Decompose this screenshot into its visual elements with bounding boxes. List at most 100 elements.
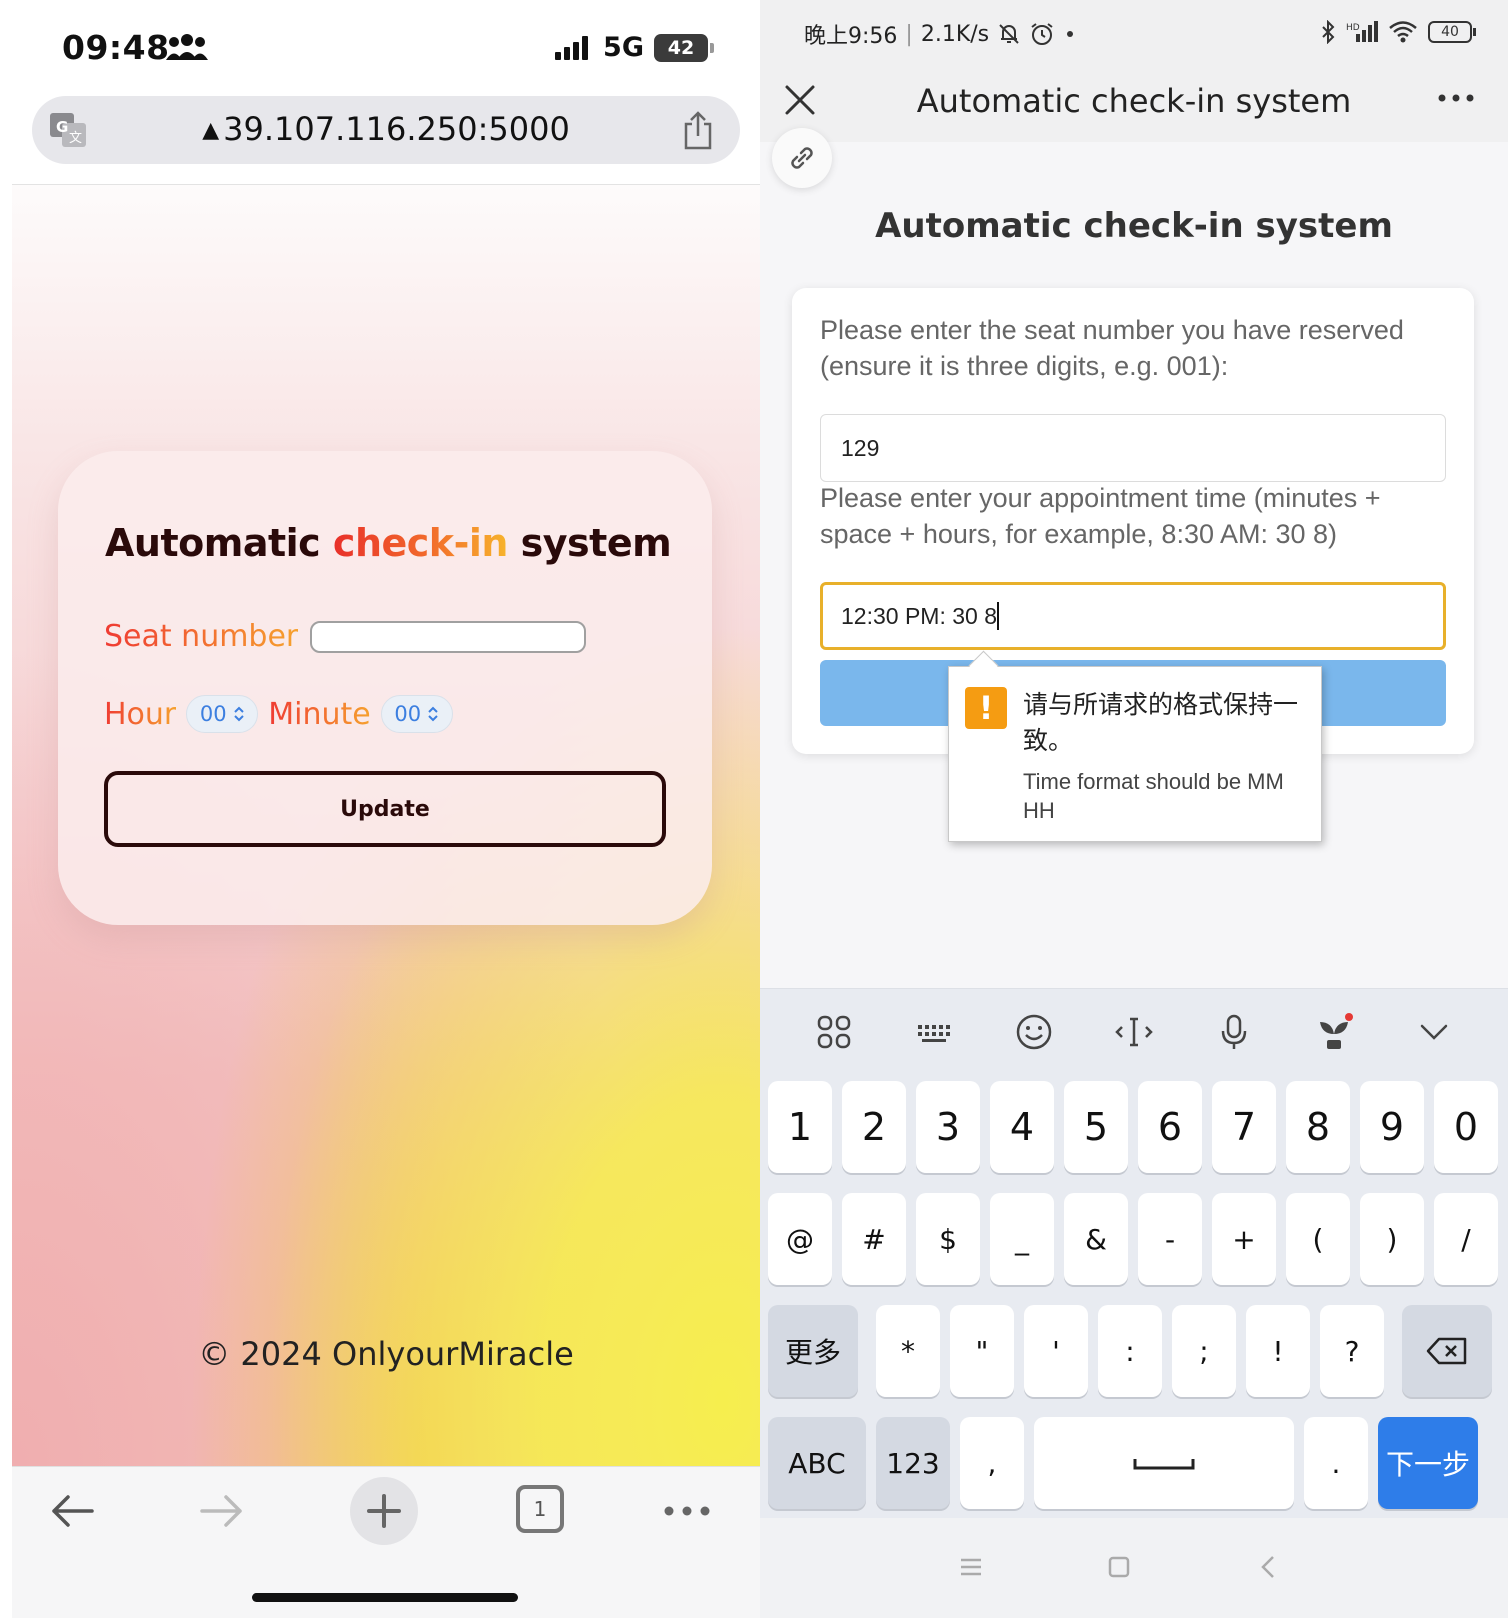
comma-key[interactable]: , [960,1417,1024,1509]
hour-select[interactable]: 00 [186,695,259,733]
ios-status-bar: 09:48 5G 42 [12,0,760,92]
cell-signal-icon: HD [1346,21,1378,42]
network-speed: 2.1K/s [920,21,990,47]
bell-muted-icon [999,24,1019,44]
minute-select[interactable]: 00 [380,695,453,733]
period-key[interactable]: . [1304,1417,1368,1509]
key[interactable]: _ [990,1193,1054,1285]
text-caret [997,602,999,630]
key[interactable]: 6 [1138,1081,1202,1173]
key[interactable]: ! [1246,1305,1310,1397]
collapse-keyboard-icon[interactable] [1414,1012,1454,1052]
key[interactable]: ' [1024,1305,1088,1397]
time-label: Please enter your appointment time (minu… [820,483,1381,549]
numeric-key[interactable]: 123 [876,1417,950,1509]
menu-nav-icon[interactable] [956,1552,986,1582]
key[interactable]: 7 [1212,1081,1276,1173]
not-secure-warning-icon: ▲ [202,118,220,143]
battery-icon: 40 [1428,21,1476,43]
more-dots-icon[interactable] [1436,92,1476,104]
keyboard-toolbar [760,989,1508,1075]
back-nav-icon[interactable] [1254,1552,1284,1582]
dot-icon [1067,31,1074,37]
appointment-time-input[interactable]: 12:30 PM: 30 8 [820,582,1446,650]
card-title: Automatic check-in system [105,521,672,565]
checkin-card: Automatic check-in system Seat number Ho… [58,451,712,925]
key[interactable]: @ [768,1193,832,1285]
back-arrow-icon[interactable] [48,1489,96,1533]
microphone-icon[interactable] [1214,1012,1254,1052]
next-step-key[interactable]: 下一步 [1378,1417,1478,1509]
space-key[interactable] [1034,1417,1294,1509]
status-divider: | [905,21,913,47]
home-nav-icon[interactable] [1104,1552,1134,1582]
seat-label: Seat number [104,619,299,654]
key[interactable]: ( [1286,1193,1350,1285]
key[interactable]: 3 [916,1081,980,1173]
warning-icon: ! [965,687,1007,729]
share-icon[interactable] [680,110,716,150]
key[interactable]: 9 [1360,1081,1424,1173]
address-bar[interactable]: G 文 ▲ 39.107.116.250:5000 [32,96,740,164]
shareplay-people-icon [166,34,208,60]
key[interactable]: " [950,1305,1014,1397]
more-symbols-key[interactable]: 更多 [768,1305,858,1397]
copy-link-button[interactable] [772,128,832,188]
key[interactable]: ; [1172,1305,1236,1397]
key[interactable]: : [1098,1305,1162,1397]
browser-toolbar: 1 [12,1466,760,1618]
backspace-key[interactable] [1402,1305,1492,1397]
url-field[interactable]: ▲ 39.107.116.250:5000 [32,110,740,148]
new-tab-button[interactable] [350,1477,418,1545]
key[interactable]: + [1212,1193,1276,1285]
key[interactable]: - [1138,1193,1202,1285]
plus-icon [367,1494,401,1528]
status-right: HD 40 [1320,20,1476,44]
tooltip-detail: Time format should be MM HH [1023,769,1284,823]
apps-grid-icon[interactable] [814,1012,854,1052]
key[interactable]: 8 [1286,1081,1350,1173]
tabs-button[interactable]: 1 [516,1485,564,1533]
seat-number-input[interactable] [310,620,587,653]
key[interactable]: 1 [768,1081,832,1173]
validation-tooltip: ! 请与所请求的格式保持一致。 Time format should be MM… [948,666,1322,842]
keyboard-row-numbers: 1 2 3 4 5 6 7 8 9 0 [768,1081,1498,1173]
key[interactable]: 0 [1434,1081,1498,1173]
android-status-bar: 晚上9:56 | 2.1K/s HD 40 [760,0,1508,66]
key[interactable]: ? [1320,1305,1384,1397]
abc-key[interactable]: ABC [768,1417,866,1509]
forward-arrow-icon[interactable] [198,1489,246,1533]
alarm-icon [1031,23,1053,45]
key[interactable]: 5 [1064,1081,1128,1173]
header-title: Automatic check-in system [916,82,1352,120]
more-dots-icon[interactable] [662,1491,712,1531]
android-nav-bar [760,1518,1508,1618]
link-icon [791,147,813,169]
seat-number-input[interactable]: 129 [820,414,1446,482]
key[interactable]: / [1434,1193,1498,1285]
status-right-cluster: 5G 42 [553,32,714,63]
time-row: Hour 00 Minute 00 [104,695,453,733]
page-content: Automatic check-in system Seat number Ho… [12,184,760,1466]
title-highlight: check-in [332,521,509,565]
key[interactable]: * [876,1305,940,1397]
space-bar-icon [1133,1459,1195,1470]
network-type: 5G [603,32,644,63]
key[interactable]: $ [916,1193,980,1285]
footer-copyright: © 2024 OnlyourMiracle [198,1335,574,1373]
update-button[interactable]: Update [104,771,666,847]
cursor-move-icon[interactable] [1114,1012,1154,1052]
ios-safari-screen: 09:48 5G 42 G 文 ▲ 39.107.116.250:5000 Au… [12,0,760,1618]
emoji-icon[interactable] [1014,1012,1054,1052]
keyboard-layout-icon[interactable] [914,1012,954,1052]
key[interactable]: & [1064,1193,1128,1285]
key[interactable]: 2 [842,1081,906,1173]
key[interactable]: ) [1360,1193,1424,1285]
key[interactable]: # [842,1193,906,1285]
updown-chevron-icon [428,706,438,722]
seat-row: Seat number [104,619,587,654]
key[interactable]: 4 [990,1081,1054,1173]
url-text: 39.107.116.250:5000 [223,110,570,148]
keyboard-row-symbols: @ # $ _ & - + ( ) / [768,1193,1498,1285]
plant-skin-icon[interactable] [1314,1012,1354,1052]
